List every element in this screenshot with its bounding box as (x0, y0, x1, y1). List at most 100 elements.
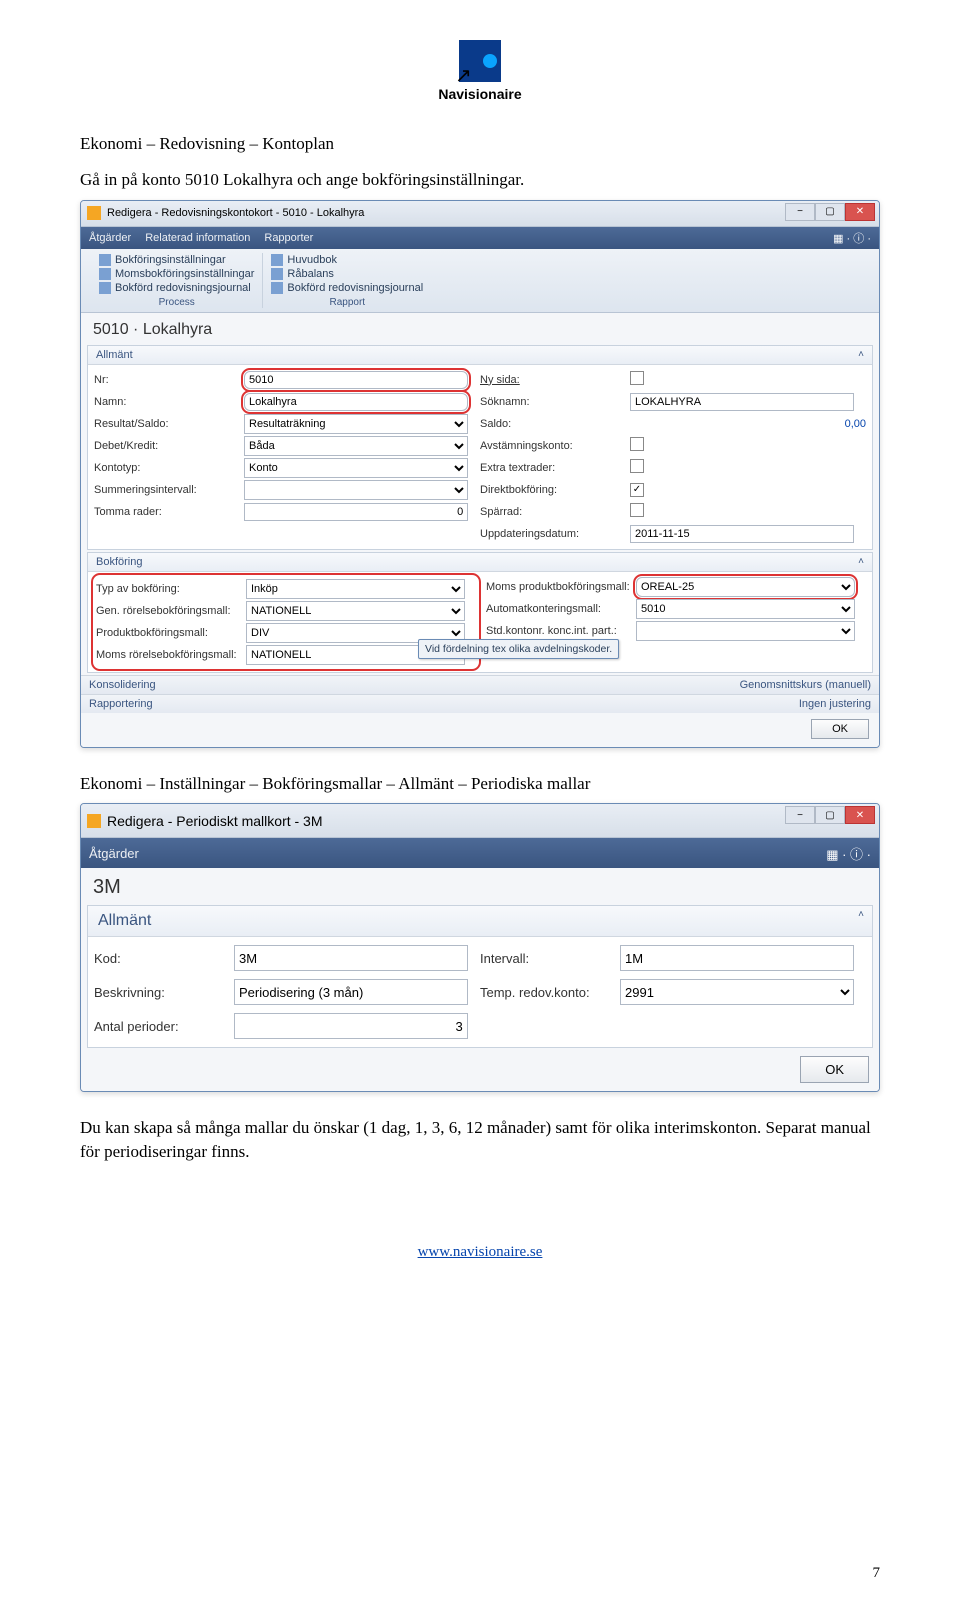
field-kod[interactable] (234, 945, 468, 971)
rib-rabalans[interactable]: Råbalans (271, 267, 423, 281)
field-uppdat[interactable] (630, 525, 854, 543)
section-head-allmant-2[interactable]: Allmänt˄ (88, 906, 872, 937)
rib-bokford-journal-2[interactable]: Bokförd redovisningsjournal (271, 281, 423, 295)
field-stdkon[interactable] (636, 621, 855, 641)
field-soknamn[interactable] (630, 393, 854, 411)
window-mallkort: Redigera - Periodiskt mallkort - 3M − ▢ … (80, 803, 880, 1092)
maximize-button[interactable]: ▢ (815, 806, 845, 824)
cb-extra[interactable] (630, 459, 644, 473)
field-kontotyp[interactable]: Konto (244, 458, 468, 478)
tab-relaterad[interactable]: Relaterad information (145, 232, 250, 244)
ribbon: Bokföringsinställningar Momsbokföringsin… (81, 249, 879, 313)
lbl-tomma: Tomma rader: (94, 506, 244, 518)
lbl-momsprod: Moms produktbokföringsmall: (486, 581, 636, 593)
gear-icon (99, 268, 111, 280)
lbl-intervall: Intervall: (480, 951, 620, 966)
window-title: Redigera - Redovisningskontokort - 5010 … (107, 207, 364, 219)
field-autokon[interactable]: 5010 (636, 599, 855, 619)
tab-rapporter[interactable]: Rapporter (264, 232, 313, 244)
close-button[interactable]: ✕ (845, 203, 875, 221)
cb-avstam[interactable] (630, 437, 644, 451)
titlebar-2: Redigera - Periodiskt mallkort - 3M − ▢ … (81, 804, 879, 838)
minimize-button[interactable]: − (785, 203, 815, 221)
lbl-uppdat: Uppdateringsdatum: (480, 528, 630, 540)
page-title: 5010 · Lokalhyra (81, 313, 879, 343)
section-rapportering[interactable]: Rapportering Ingen justering (81, 694, 879, 713)
window-title-2: Redigera - Periodiskt mallkort - 3M (107, 813, 323, 829)
lbl-kod: Kod: (94, 951, 234, 966)
val-saldo[interactable]: 0,00 (630, 418, 866, 430)
lbl-extra: Extra textrader: (480, 462, 630, 474)
lbl-sparrad: Spärrad: (480, 506, 630, 518)
ribbon-group-label: Process (99, 297, 254, 308)
mid-breadcrumb: Ekonomi – Inställningar – Bokföringsmall… (80, 772, 880, 796)
ribbon-group-process: Bokföringsinställningar Momsbokföringsin… (91, 253, 263, 308)
lbl-momsror: Moms rörelsebokföringsmall: (96, 649, 246, 661)
cb-sparrad[interactable] (630, 503, 644, 517)
app-icon (87, 206, 101, 220)
tab-atgarder-2[interactable]: Åtgärder (89, 846, 139, 861)
lbl-antal: Antal perioder: (94, 1019, 234, 1034)
ribbon-tabs-2: Åtgärder ▦ · ⓘ · (81, 838, 879, 868)
lbl-resultat: Resultat/Saldo: (94, 418, 244, 430)
callout-box: Vid fördelning tex olika avdelningskoder… (418, 639, 619, 659)
lbl-beskr: Beskrivning: (94, 985, 234, 1000)
section-allmant-2: Allmänt˄ Kod: Beskrivning: Antal periode… (87, 905, 873, 1048)
field-debet[interactable]: Båda (244, 436, 468, 456)
section-head-bokforing[interactable]: Bokföring˄ (88, 553, 872, 572)
header-logo: ↗ Navisionaire (80, 40, 880, 102)
lbl-nysida[interactable]: Ny sida: (480, 374, 630, 386)
titlebar: Redigera - Redovisningskontokort - 5010 … (81, 201, 879, 227)
rib-huvudbok[interactable]: Huvudbok (271, 253, 423, 267)
rib-bokford-journal[interactable]: Bokförd redovisningsjournal (99, 281, 254, 295)
chevron-up-icon: ˄ (858, 349, 864, 360)
lbl-autokon: Automatkonteringsmall: (486, 603, 636, 615)
chevron-up-icon: ˄ (858, 909, 864, 920)
ledger-icon (99, 282, 111, 294)
rib-bokforingsinst[interactable]: Bokföringsinställningar (99, 253, 254, 267)
field-nr[interactable] (244, 371, 468, 389)
lbl-soknamn: Söknamn: (480, 396, 630, 408)
cb-nysida[interactable] (630, 371, 644, 385)
section-konsolidering[interactable]: Konsolidering Genomsnittskurs (manuell) (81, 675, 879, 694)
field-intervall[interactable] (620, 945, 854, 971)
field-beskr[interactable] (234, 979, 468, 1005)
rib-momsbokf[interactable]: Momsbokföringsinställningar (99, 267, 254, 281)
tab-atgarder[interactable]: Åtgärder (89, 232, 131, 244)
page-number: 7 (873, 1565, 881, 1582)
lbl-namn: Namn: (94, 396, 244, 408)
footer-link[interactable]: www.navisionaire.se (418, 1244, 543, 1260)
lbl-avstam: Avstämningskonto: (480, 440, 630, 452)
chevron-up-icon: ˄ (858, 556, 864, 567)
minimize-button[interactable]: − (785, 806, 815, 824)
page-title-2: 3M (81, 868, 879, 903)
lbl-prod: Produktbokföringsmall: (96, 627, 246, 639)
ledger-icon (271, 282, 283, 294)
gear-icon (99, 254, 111, 266)
field-antal[interactable] (234, 1013, 468, 1039)
lbl-debet: Debet/Kredit: (94, 440, 244, 452)
ok-button-2[interactable]: OK (800, 1056, 869, 1083)
field-summ[interactable] (244, 480, 468, 500)
balance-icon (271, 268, 283, 280)
field-resultat[interactable]: Resultaträkning (244, 414, 468, 434)
field-gen[interactable]: NATIONELL (246, 601, 465, 621)
help-icons-2[interactable]: ▦ · ⓘ · (826, 844, 871, 863)
field-tomma[interactable] (244, 503, 468, 521)
help-icons[interactable]: ▦ · ⓘ · (833, 230, 871, 246)
ribbon-group-label-2: Rapport (271, 297, 423, 308)
section-head-allmant[interactable]: Allmänt˄ (88, 346, 872, 365)
lbl-nr: Nr: (94, 374, 244, 386)
field-temp[interactable]: 2991 (620, 979, 854, 1005)
breadcrumb-text: Ekonomi – Redovisning – Kontoplan (80, 132, 880, 156)
maximize-button[interactable]: ▢ (815, 203, 845, 221)
field-typ[interactable]: Inköp (246, 579, 465, 599)
cb-direkt[interactable]: ✓ (630, 483, 644, 497)
close-button[interactable]: ✕ (845, 806, 875, 824)
field-momsprod[interactable]: OREAL-25 (636, 577, 855, 597)
lbl-direkt: Direktbokföring: (480, 484, 630, 496)
ok-button[interactable]: OK (811, 719, 869, 739)
ribbon-tabs: Åtgärder Relaterad information Rapporter… (81, 227, 879, 249)
footer: www.navisionaire.se (80, 1244, 880, 1261)
field-namn[interactable] (244, 393, 468, 411)
